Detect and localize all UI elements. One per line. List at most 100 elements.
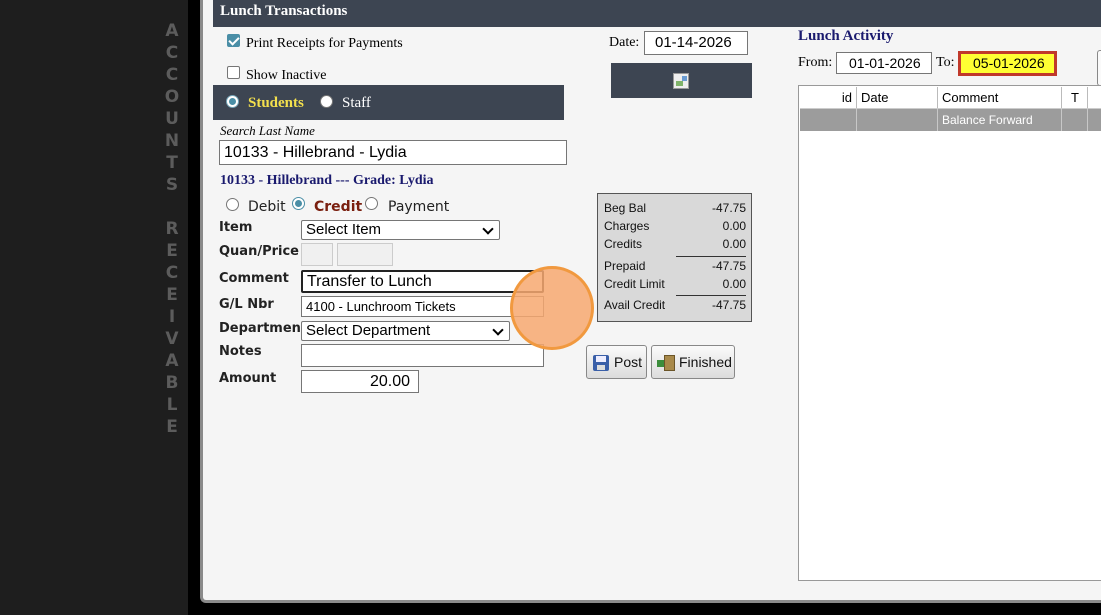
activity-grid: id Date Comment T Balance Forward	[798, 85, 1101, 581]
item-label: Item	[219, 220, 253, 235]
lunch-transactions-window: Lunch Transactions Print Receipts for Pa…	[200, 0, 1101, 603]
charges-value: 0.00	[722, 219, 746, 233]
beg-bal-label: Beg Bal	[604, 201, 647, 215]
vertical-letter: E	[166, 285, 178, 305]
vertical-letter: C	[165, 263, 179, 283]
person-type-bar: Students Staff	[213, 85, 564, 120]
post-label: Post	[614, 354, 643, 370]
to-label: To:	[936, 55, 955, 70]
finished-label: Finished	[679, 354, 732, 370]
window-title: Lunch Transactions	[220, 3, 348, 19]
column-header-t[interactable]: T	[1062, 87, 1088, 108]
row-date-cell	[857, 109, 938, 131]
row-id-cell	[800, 109, 857, 131]
charges-label: Charges	[604, 219, 650, 233]
avail-credit-label: Avail Credit	[604, 298, 666, 312]
beg-bal-row: Beg Bal -47.75	[604, 201, 746, 215]
vertical-letter: S	[165, 175, 179, 195]
vertical-letter: L	[166, 395, 178, 415]
vertical-letter: T	[166, 153, 178, 173]
window-titlebar: Lunch Transactions	[213, 0, 1101, 27]
activity-grid-header: id Date Comment T	[800, 87, 1101, 109]
notes-label: Notes	[219, 344, 262, 359]
prepaid-value: -47.75	[711, 259, 746, 273]
from-label: From:	[798, 55, 833, 70]
vertical-letter: C	[165, 65, 179, 85]
credit-label: Credit	[314, 199, 363, 215]
row-t-cell	[1062, 109, 1088, 131]
date-label: Date:	[609, 35, 640, 50]
amount-input[interactable]: 20.00	[301, 370, 419, 393]
to-date-input[interactable]: 05-01-2026	[958, 51, 1057, 76]
vertical-letter: R	[165, 219, 179, 239]
quantity-input[interactable]	[301, 243, 333, 266]
post-button[interactable]: Post	[586, 345, 647, 379]
photo-placeholder[interactable]	[611, 63, 752, 98]
broken-image-icon	[673, 73, 689, 89]
column-header-comment[interactable]: Comment	[938, 87, 1062, 108]
vertical-letter: I	[168, 307, 176, 327]
avail-credit-row: Avail Credit -47.75	[604, 298, 746, 312]
vertical-letter: B	[165, 373, 179, 393]
floppy-disk-icon	[593, 355, 609, 371]
credit-limit-label: Credit Limit	[604, 277, 665, 291]
credits-row: Credits 0.00	[604, 237, 746, 251]
comment-input[interactable]: Transfer to Lunch	[301, 270, 544, 293]
credit-limit-row: Credit Limit 0.00	[604, 277, 746, 291]
finished-button[interactable]: Finished	[651, 345, 735, 379]
accounts-receivable-vertical-label: ACCOUNTS RECEIVABLE	[163, 20, 181, 438]
department-label: Department	[219, 321, 308, 336]
refresh-button[interactable]	[1097, 50, 1101, 86]
date-input[interactable]: 01-14-2026	[644, 31, 748, 55]
item-select[interactable]: Select Item	[301, 220, 500, 240]
vertical-letter: E	[166, 417, 178, 437]
vertical-letter: O	[164, 87, 180, 107]
debit-label: Debit	[248, 199, 286, 215]
credit-radio[interactable]	[292, 197, 305, 210]
show-inactive-label: Show Inactive	[246, 68, 327, 83]
students-label: Students	[248, 95, 304, 111]
payment-radio[interactable]	[365, 197, 378, 210]
gl-nbr-label: G/L Nbr	[219, 297, 274, 312]
credit-limit-value: 0.00	[722, 277, 746, 291]
vertical-letter: E	[166, 241, 178, 261]
notes-input[interactable]	[301, 344, 544, 367]
balance-divider	[676, 256, 746, 257]
show-inactive-checkbox[interactable]	[227, 66, 240, 79]
payment-label: Payment	[388, 199, 450, 215]
comment-label: Comment	[219, 271, 289, 286]
lunch-activity-title: Lunch Activity	[798, 28, 894, 44]
balance-summary: Beg Bal -47.75 Charges 0.00 Credits 0.00 Pr…	[597, 193, 752, 322]
prepaid-label: Prepaid	[604, 259, 646, 273]
gl-nbr-input[interactable]: 4100 - Lunchroom Tickets	[301, 296, 544, 317]
staff-radio[interactable]	[320, 95, 333, 108]
from-date-input[interactable]: 01-01-2026	[836, 52, 932, 74]
vertical-letter: U	[165, 109, 179, 129]
beg-bal-value: -47.75	[711, 201, 746, 215]
price-input[interactable]	[337, 243, 393, 266]
quan-price-label: Quan/Price	[219, 244, 299, 259]
print-receipts-label: Print Receipts for Payments	[246, 36, 403, 51]
students-radio[interactable]	[226, 95, 239, 108]
debit-radio[interactable]	[226, 198, 239, 211]
click-highlight	[510, 266, 594, 350]
department-select[interactable]: Select Department	[301, 321, 510, 341]
search-label: Search Last Name	[220, 123, 315, 138]
credits-value: 0.00	[722, 237, 746, 251]
print-receipts-checkbox[interactable]	[227, 34, 240, 47]
prepaid-row: Prepaid -47.75	[604, 259, 746, 273]
table-row[interactable]: Balance Forward	[800, 109, 1101, 131]
search-last-name-input[interactable]: 10133 - Hillebrand - Lydia	[219, 140, 567, 165]
charges-row: Charges 0.00	[604, 219, 746, 233]
vertical-letter: A	[165, 21, 179, 41]
exit-door-icon	[657, 355, 675, 371]
amount-label: Amount	[219, 371, 277, 386]
balance-divider	[676, 295, 746, 296]
vertical-letter: N	[164, 131, 180, 151]
column-header-id[interactable]: id	[800, 87, 857, 108]
column-header-date[interactable]: Date	[857, 87, 938, 108]
vertical-letter: V	[165, 329, 179, 349]
vertical-letter: A	[165, 351, 179, 371]
row-comment-cell: Balance Forward	[938, 109, 1062, 131]
selected-student-heading: 10133 - Hillebrand --- Grade: Lydia	[220, 173, 434, 188]
